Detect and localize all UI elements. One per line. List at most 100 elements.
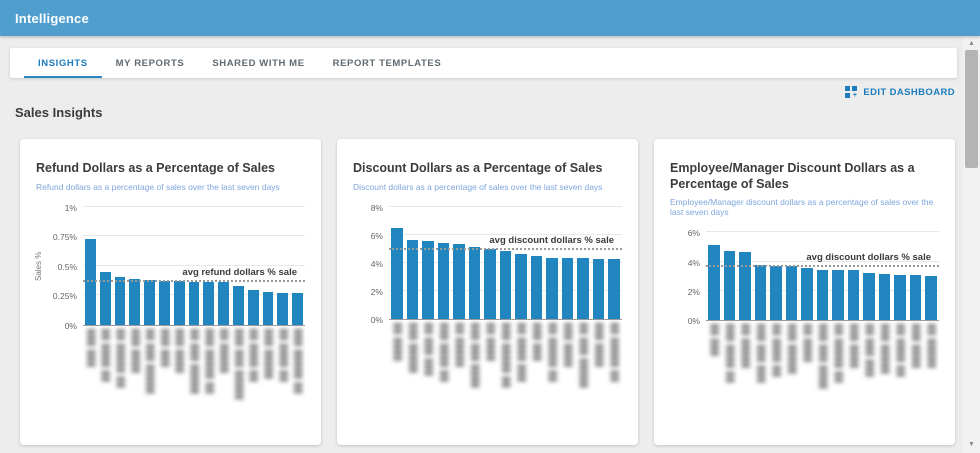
x-tick-label-blurred: ██ ███	[710, 324, 718, 357]
bar[interactable]	[203, 282, 215, 325]
x-tick-label-blurred: ██ ████ ██	[896, 324, 904, 378]
bar[interactable]	[437, 243, 450, 319]
x-tick-label-blurred: ███ ███ ███	[756, 324, 764, 384]
bar[interactable]	[129, 278, 141, 325]
chart-title: Employee/Manager Discount Dollars as a P…	[670, 161, 915, 191]
bar[interactable]	[754, 265, 767, 321]
bar[interactable]	[114, 277, 126, 325]
scroll-down-icon[interactable]: ▼	[963, 439, 980, 451]
x-axis-labels-redacted: ██ ███ ███ ████ ██ ██ █████ ███ ███ ███ ██ █…	[706, 321, 939, 425]
average-reference-line	[706, 264, 939, 267]
bar[interactable]	[770, 265, 782, 321]
bar[interactable]	[262, 291, 274, 325]
y-tick-label: 6%	[370, 230, 383, 241]
x-tick-label-blurred: ███ █████	[881, 324, 889, 375]
bar[interactable]	[484, 248, 496, 319]
x-tick-label-blurred: ███ ███	[533, 322, 541, 362]
tab-shared-with-me[interactable]: SHARED WITH ME	[198, 48, 318, 78]
bar[interactable]	[468, 246, 481, 319]
x-tick-label-blurred: ██ ███ █████	[146, 328, 154, 395]
chart-title: Refund Dollars as a Percentage of Sales	[36, 161, 275, 175]
bar[interactable]	[247, 290, 259, 325]
bar[interactable]	[785, 265, 798, 321]
scroll-up-icon[interactable]: ▲	[963, 38, 980, 50]
x-tick-label-blurred: ███ ███ █████	[234, 328, 242, 401]
bar[interactable]	[561, 257, 574, 319]
scrollbar-thumb[interactable]	[965, 50, 978, 168]
bar[interactable]	[894, 274, 906, 321]
bar[interactable]	[292, 292, 303, 325]
bar[interactable]	[878, 274, 891, 321]
bar[interactable]	[801, 268, 813, 321]
average-reference-line	[83, 280, 305, 283]
tab-report-templates[interactable]: REPORT TEMPLATES	[319, 48, 456, 78]
x-tick-label-blurred: ███ ████	[131, 328, 139, 374]
x-tick-label-blurred: ███ █████ ██	[294, 328, 302, 395]
bar[interactable]	[909, 274, 922, 321]
average-line-label: avg discount dollars % sale	[806, 251, 931, 263]
bar[interactable]	[530, 255, 543, 319]
chart-subtitle: Employee/Manager discount dollars as a p…	[670, 197, 934, 218]
chart-subtitle: Discount dollars as a percentage of sale…	[353, 181, 603, 192]
bar[interactable]	[218, 282, 229, 325]
y-axis-ticks: 1% 0.75% 0.5% 0.25% 0%	[47, 203, 83, 331]
y-tick-label: 0.5%	[57, 261, 77, 272]
x-tick-label-blurred: ██ ████ ██	[772, 324, 780, 378]
bar[interactable]	[173, 280, 185, 325]
x-tick-label-blurred: ██ ███ █████	[579, 322, 587, 389]
bar[interactable]	[406, 240, 419, 319]
bar[interactable]	[499, 251, 512, 319]
bar-series	[708, 233, 937, 321]
x-tick-label-blurred: ██ ███ ███	[865, 324, 873, 378]
bar[interactable]	[188, 282, 200, 325]
x-tick-label-blurred: ███ ████	[850, 324, 858, 369]
card-discount-percent-sales: Discount Dollars as a Percentage of Sale…	[337, 139, 638, 445]
bar[interactable]	[708, 245, 720, 321]
bar[interactable]	[816, 270, 829, 321]
bar[interactable]	[577, 258, 589, 319]
y-tick-label: 4%	[370, 258, 383, 269]
plot-area: avg discount dollars % sale	[389, 205, 622, 320]
y-tick-label: 0%	[370, 314, 383, 325]
bar[interactable]	[832, 270, 844, 321]
y-tick-label: 4%	[687, 257, 700, 268]
bar[interactable]	[723, 251, 736, 321]
bar[interactable]	[391, 227, 403, 319]
x-tick-label-blurred: ███ ████ ██	[725, 324, 733, 384]
tab-my-reports[interactable]: MY REPORTS	[102, 48, 199, 78]
x-tick-label-blurred: ██ █████ ██	[548, 322, 556, 383]
x-tick-label-blurred: ███ ████	[564, 322, 572, 368]
tab-insights[interactable]: INSIGHTS	[24, 48, 102, 78]
vertical-scrollbar[interactable]: ▲ ▼	[963, 36, 980, 453]
y-axis-label: Sales %	[34, 251, 43, 281]
bar[interactable]	[277, 292, 289, 325]
y-tick-label: 0%	[687, 316, 700, 327]
edit-dashboard-button[interactable]: + EDIT DASHBOARD	[845, 86, 955, 99]
bar[interactable]	[863, 272, 875, 321]
bar[interactable]	[546, 257, 558, 319]
bar[interactable]	[925, 276, 937, 321]
bar-chart: 6% 4% 2% 0% avg discount dollars % sale ██ ██…	[670, 228, 939, 425]
chart-title: Discount Dollars as a Percentage of Sale…	[353, 161, 603, 175]
bar[interactable]	[608, 259, 620, 319]
bar-series	[391, 208, 620, 319]
bar[interactable]	[422, 240, 434, 319]
app-header: Intelligence	[0, 0, 980, 36]
bar[interactable]	[158, 280, 170, 325]
y-tick-label: 2%	[687, 286, 700, 297]
y-tick-label: 6%	[687, 228, 700, 239]
bar[interactable]	[847, 270, 860, 321]
bar[interactable]	[592, 259, 605, 319]
x-tick-label-blurred: ██ █████ ██	[116, 328, 124, 389]
x-tick-label-blurred: ███ █████	[787, 324, 795, 375]
bar[interactable]	[453, 244, 465, 319]
bar[interactable]	[515, 253, 527, 319]
x-tick-label-blurred: ███ █████ ██	[501, 322, 509, 389]
bar[interactable]	[739, 252, 751, 321]
bar[interactable]	[144, 279, 155, 325]
x-axis-labels-redacted: ███ ███ ██ ████ ██ ██ █████ ██ ███ ████ ██ █…	[83, 326, 305, 430]
x-tick-label-blurred: ██ ████ ██	[101, 328, 109, 383]
bar[interactable]	[232, 285, 244, 325]
average-line-label: avg discount dollars % sale	[489, 235, 614, 247]
average-reference-line	[389, 248, 622, 251]
